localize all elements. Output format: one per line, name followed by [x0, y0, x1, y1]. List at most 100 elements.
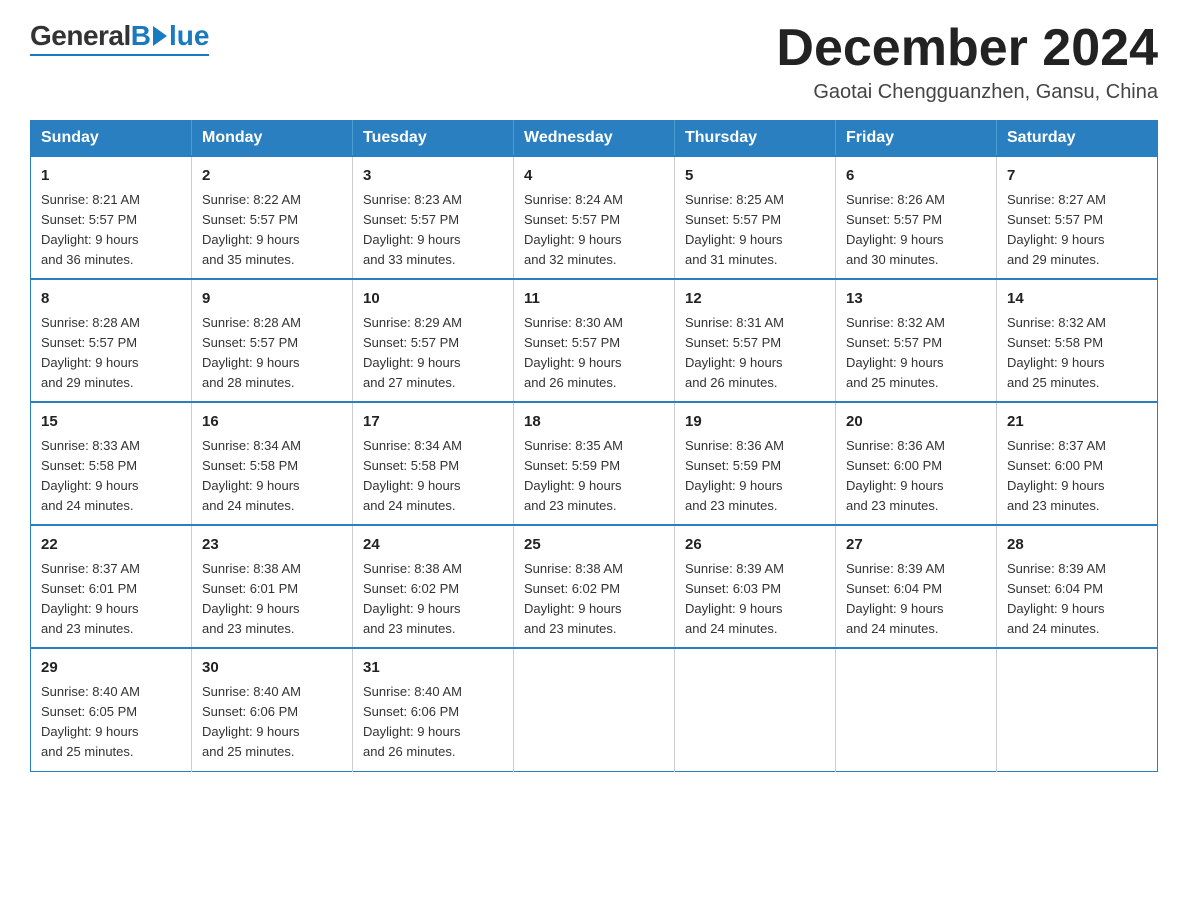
calendar-header-row: SundayMondayTuesdayWednesdayThursdayFrid…	[31, 121, 1158, 157]
logo-blue-section: B lue	[131, 20, 210, 52]
day-info: Sunrise: 8:37 AMSunset: 6:01 PMDaylight:…	[41, 559, 181, 640]
day-info: Sunrise: 8:25 AMSunset: 5:57 PMDaylight:…	[685, 190, 825, 271]
day-number: 26	[685, 534, 825, 557]
calendar-cell: 17Sunrise: 8:34 AMSunset: 5:58 PMDayligh…	[353, 402, 514, 525]
day-number: 22	[41, 534, 181, 557]
calendar-week-row: 15Sunrise: 8:33 AMSunset: 5:58 PMDayligh…	[31, 402, 1158, 525]
calendar-header-saturday: Saturday	[997, 121, 1158, 157]
day-info: Sunrise: 8:22 AMSunset: 5:57 PMDaylight:…	[202, 190, 342, 271]
day-info: Sunrise: 8:34 AMSunset: 5:58 PMDaylight:…	[202, 436, 342, 517]
day-number: 5	[685, 165, 825, 188]
day-info: Sunrise: 8:40 AMSunset: 6:05 PMDaylight:…	[41, 682, 181, 763]
calendar-cell: 19Sunrise: 8:36 AMSunset: 5:59 PMDayligh…	[675, 402, 836, 525]
calendar-cell: 11Sunrise: 8:30 AMSunset: 5:57 PMDayligh…	[514, 279, 675, 402]
day-info: Sunrise: 8:26 AMSunset: 5:57 PMDaylight:…	[846, 190, 986, 271]
calendar-cell: 10Sunrise: 8:29 AMSunset: 5:57 PMDayligh…	[353, 279, 514, 402]
logo-triangle-icon	[153, 26, 167, 46]
day-info: Sunrise: 8:40 AMSunset: 6:06 PMDaylight:…	[202, 682, 342, 763]
day-number: 10	[363, 288, 503, 311]
day-number: 6	[846, 165, 986, 188]
calendar-cell: 18Sunrise: 8:35 AMSunset: 5:59 PMDayligh…	[514, 402, 675, 525]
day-info: Sunrise: 8:37 AMSunset: 6:00 PMDaylight:…	[1007, 436, 1147, 517]
calendar-cell: 28Sunrise: 8:39 AMSunset: 6:04 PMDayligh…	[997, 525, 1158, 648]
day-info: Sunrise: 8:30 AMSunset: 5:57 PMDaylight:…	[524, 313, 664, 394]
calendar-cell: 14Sunrise: 8:32 AMSunset: 5:58 PMDayligh…	[997, 279, 1158, 402]
day-info: Sunrise: 8:39 AMSunset: 6:03 PMDaylight:…	[685, 559, 825, 640]
day-info: Sunrise: 8:39 AMSunset: 6:04 PMDaylight:…	[846, 559, 986, 640]
day-number: 15	[41, 411, 181, 434]
day-info: Sunrise: 8:31 AMSunset: 5:57 PMDaylight:…	[685, 313, 825, 394]
day-info: Sunrise: 8:27 AMSunset: 5:57 PMDaylight:…	[1007, 190, 1147, 271]
calendar-header-monday: Monday	[192, 121, 353, 157]
calendar-header-friday: Friday	[836, 121, 997, 157]
day-number: 20	[846, 411, 986, 434]
calendar-cell	[997, 648, 1158, 771]
day-info: Sunrise: 8:36 AMSunset: 6:00 PMDaylight:…	[846, 436, 986, 517]
calendar-header-sunday: Sunday	[31, 121, 192, 157]
day-info: Sunrise: 8:28 AMSunset: 5:57 PMDaylight:…	[41, 313, 181, 394]
calendar-cell: 4Sunrise: 8:24 AMSunset: 5:57 PMDaylight…	[514, 156, 675, 279]
day-number: 12	[685, 288, 825, 311]
calendar-cell: 27Sunrise: 8:39 AMSunset: 6:04 PMDayligh…	[836, 525, 997, 648]
calendar-cell: 25Sunrise: 8:38 AMSunset: 6:02 PMDayligh…	[514, 525, 675, 648]
logo-general-text: General	[30, 20, 131, 52]
day-number: 3	[363, 165, 503, 188]
location-title: Gaotai Chengguanzhen, Gansu, China	[776, 81, 1158, 104]
calendar-cell: 1Sunrise: 8:21 AMSunset: 5:57 PMDaylight…	[31, 156, 192, 279]
day-info: Sunrise: 8:36 AMSunset: 5:59 PMDaylight:…	[685, 436, 825, 517]
day-info: Sunrise: 8:35 AMSunset: 5:59 PMDaylight:…	[524, 436, 664, 517]
day-info: Sunrise: 8:32 AMSunset: 5:58 PMDaylight:…	[1007, 313, 1147, 394]
calendar-cell: 3Sunrise: 8:23 AMSunset: 5:57 PMDaylight…	[353, 156, 514, 279]
day-number: 23	[202, 534, 342, 557]
day-number: 9	[202, 288, 342, 311]
calendar-cell: 26Sunrise: 8:39 AMSunset: 6:03 PMDayligh…	[675, 525, 836, 648]
calendar-cell: 20Sunrise: 8:36 AMSunset: 6:00 PMDayligh…	[836, 402, 997, 525]
day-number: 25	[524, 534, 664, 557]
logo: General B lue	[30, 20, 209, 56]
day-number: 18	[524, 411, 664, 434]
day-number: 28	[1007, 534, 1147, 557]
calendar-week-row: 29Sunrise: 8:40 AMSunset: 6:05 PMDayligh…	[31, 648, 1158, 771]
day-number: 30	[202, 657, 342, 680]
day-info: Sunrise: 8:34 AMSunset: 5:58 PMDaylight:…	[363, 436, 503, 517]
calendar-cell: 23Sunrise: 8:38 AMSunset: 6:01 PMDayligh…	[192, 525, 353, 648]
logo-b: B	[131, 20, 151, 52]
day-info: Sunrise: 8:29 AMSunset: 5:57 PMDaylight:…	[363, 313, 503, 394]
title-section: December 2024 Gaotai Chengguanzhen, Gans…	[776, 20, 1158, 104]
day-number: 13	[846, 288, 986, 311]
page-header: General B lue December 2024 Gaotai Cheng…	[30, 20, 1158, 104]
calendar-cell: 8Sunrise: 8:28 AMSunset: 5:57 PMDaylight…	[31, 279, 192, 402]
calendar-table: SundayMondayTuesdayWednesdayThursdayFrid…	[30, 120, 1158, 771]
calendar-cell: 7Sunrise: 8:27 AMSunset: 5:57 PMDaylight…	[997, 156, 1158, 279]
calendar-cell: 15Sunrise: 8:33 AMSunset: 5:58 PMDayligh…	[31, 402, 192, 525]
calendar-cell: 9Sunrise: 8:28 AMSunset: 5:57 PMDaylight…	[192, 279, 353, 402]
calendar-cell: 2Sunrise: 8:22 AMSunset: 5:57 PMDaylight…	[192, 156, 353, 279]
calendar-cell: 31Sunrise: 8:40 AMSunset: 6:06 PMDayligh…	[353, 648, 514, 771]
day-number: 19	[685, 411, 825, 434]
day-info: Sunrise: 8:38 AMSunset: 6:02 PMDaylight:…	[363, 559, 503, 640]
calendar-cell: 24Sunrise: 8:38 AMSunset: 6:02 PMDayligh…	[353, 525, 514, 648]
day-info: Sunrise: 8:33 AMSunset: 5:58 PMDaylight:…	[41, 436, 181, 517]
calendar-cell: 6Sunrise: 8:26 AMSunset: 5:57 PMDaylight…	[836, 156, 997, 279]
day-number: 24	[363, 534, 503, 557]
calendar-cell	[675, 648, 836, 771]
day-number: 14	[1007, 288, 1147, 311]
day-info: Sunrise: 8:40 AMSunset: 6:06 PMDaylight:…	[363, 682, 503, 763]
day-info: Sunrise: 8:38 AMSunset: 6:01 PMDaylight:…	[202, 559, 342, 640]
day-number: 16	[202, 411, 342, 434]
calendar-header-thursday: Thursday	[675, 121, 836, 157]
day-number: 2	[202, 165, 342, 188]
day-number: 29	[41, 657, 181, 680]
month-title: December 2024	[776, 20, 1158, 77]
calendar-cell: 16Sunrise: 8:34 AMSunset: 5:58 PMDayligh…	[192, 402, 353, 525]
calendar-cell: 21Sunrise: 8:37 AMSunset: 6:00 PMDayligh…	[997, 402, 1158, 525]
logo-lue: lue	[169, 20, 209, 52]
day-number: 4	[524, 165, 664, 188]
day-info: Sunrise: 8:28 AMSunset: 5:57 PMDaylight:…	[202, 313, 342, 394]
calendar-cell: 13Sunrise: 8:32 AMSunset: 5:57 PMDayligh…	[836, 279, 997, 402]
day-number: 27	[846, 534, 986, 557]
day-number: 8	[41, 288, 181, 311]
calendar-header-tuesday: Tuesday	[353, 121, 514, 157]
day-number: 21	[1007, 411, 1147, 434]
day-info: Sunrise: 8:39 AMSunset: 6:04 PMDaylight:…	[1007, 559, 1147, 640]
